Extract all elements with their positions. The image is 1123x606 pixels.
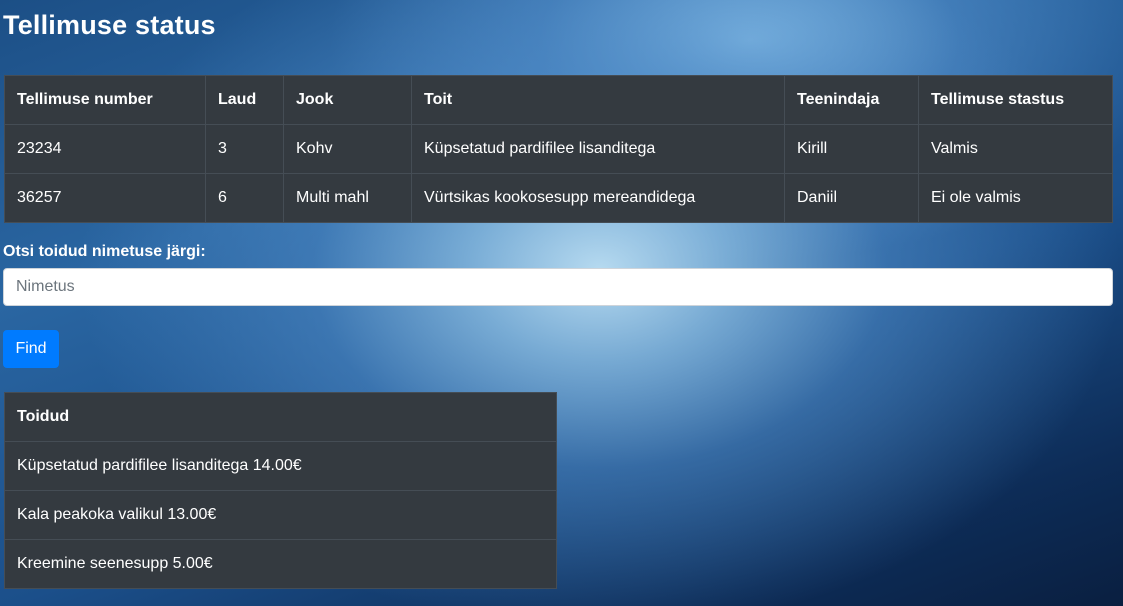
food-item: Kreemine seenesupp 5.00€: [4, 539, 557, 589]
column-header-foods: Toidud: [4, 392, 557, 442]
drink-cell: Multi mahl: [283, 173, 412, 223]
waiter-cell: Kirill: [784, 124, 919, 174]
order-number-cell: 36257: [4, 173, 206, 223]
order-number-cell: 23234: [4, 124, 206, 174]
list-item: Kala peakoka valikul 13.00€: [4, 490, 557, 540]
column-header-order-number: Tellimuse number: [4, 75, 206, 125]
column-header-waiter: Teenindaja: [784, 75, 919, 125]
foods-table: Toidud Küpsetatud pardifilee lisanditega…: [4, 392, 557, 589]
food-cell: Küpsetatud pardifilee lisanditega: [411, 124, 785, 174]
table-number-cell: 3: [205, 124, 284, 174]
order-status-cell: Valmis: [918, 124, 1113, 174]
foods-header-row: Toidud: [4, 392, 557, 442]
search-input[interactable]: [3, 268, 1113, 306]
column-header-food: Toit: [411, 75, 785, 125]
column-header-table: Laud: [205, 75, 284, 125]
order-status-cell: Ei ole valmis: [918, 173, 1113, 223]
table-row: 36257 6 Multi mahl Vürtsikas kookosesupp…: [4, 173, 1113, 223]
column-header-drink: Jook: [283, 75, 412, 125]
drink-cell: Kohv: [283, 124, 412, 174]
table-number-cell: 6: [205, 173, 284, 223]
page-title: Tellimuse status: [3, 10, 216, 40]
find-button[interactable]: Find: [3, 330, 59, 368]
food-item: Kala peakoka valikul 13.00€: [4, 490, 557, 540]
column-header-order-status: Tellimuse stastus: [918, 75, 1113, 125]
orders-table: Tellimuse number Laud Jook Toit Teeninda…: [4, 75, 1113, 223]
orders-header-row: Tellimuse number Laud Jook Toit Teeninda…: [4, 75, 1113, 125]
food-cell: Vürtsikas kookosesupp mereandidega: [411, 173, 785, 223]
food-item: Küpsetatud pardifilee lisanditega 14.00€: [4, 441, 557, 491]
waiter-cell: Daniil: [784, 173, 919, 223]
search-label: Otsi toidud nimetuse järgi:: [3, 243, 206, 260]
list-item: Küpsetatud pardifilee lisanditega 14.00€: [4, 441, 557, 491]
table-row: 23234 3 Kohv Küpsetatud pardifilee lisan…: [4, 124, 1113, 174]
list-item: Kreemine seenesupp 5.00€: [4, 539, 557, 589]
